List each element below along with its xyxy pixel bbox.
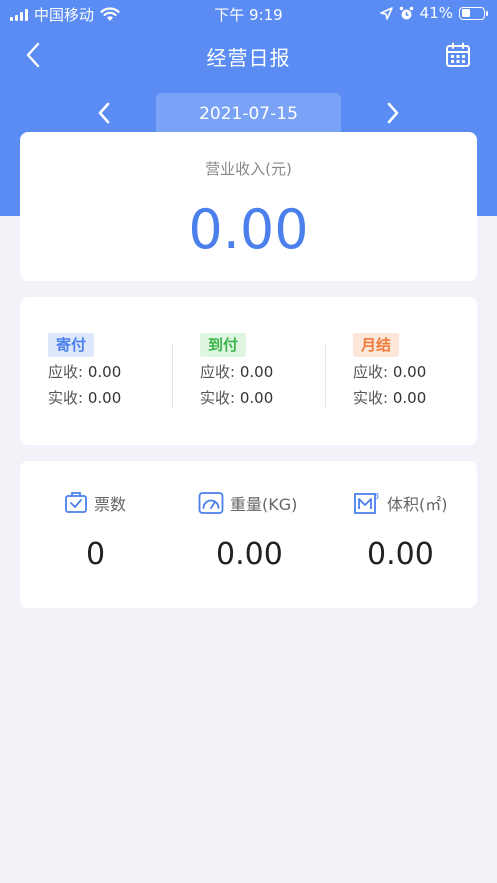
date-selector[interactable]: 2021-07-15 [156,93,341,135]
volume-m3-icon: 3 [354,492,379,514]
stat-value: 0.00 [216,537,283,572]
ticket-box-icon [65,492,87,513]
calendar-button[interactable] [445,42,471,68]
revenue-card: 营业收入(元) 0.00 [20,132,477,281]
next-date-button[interactable] [380,100,406,126]
stat-tickets: 票数 0 [64,491,184,572]
chevron-right-icon [387,102,399,124]
revenue-label: 营业收入(元) [205,160,292,178]
received-line: 实收: 0.00 [200,389,274,407]
nav-bar: 经营日报 [0,30,497,80]
status-bar: 中国移动 下午 9:19 41% [0,0,497,28]
receivable-value: 0.00 [392,363,427,381]
payment-summary-card: 寄付 应收: 0.00 实收: 0.00 到付 应收: 0.00 实收: 0.0… [20,297,477,445]
svg-text:3: 3 [374,492,379,501]
chevron-left-icon [98,102,110,124]
gauge-icon [198,492,224,514]
prev-date-button[interactable] [91,100,117,126]
stat-label: 票数 [94,495,127,514]
stat-value: 0.00 [367,537,434,572]
payment-column-cod: 到付 应收: 0.00 实收: 0.00 [200,333,330,408]
receivable-line: 应收: 0.00 [48,363,122,381]
page-title: 经营日报 [206,46,291,70]
stat-label: 体积(㎡) [387,495,448,514]
receivable-value: 0.00 [87,363,122,381]
divider [325,343,326,409]
location-arrow-icon [379,6,393,20]
alarm-icon [399,6,413,19]
received-value: 0.00 [239,389,274,407]
payment-column-monthly: 月结 应收: 0.00 实收: 0.00 [353,333,483,408]
stat-value: 0 [86,537,106,572]
receivable-value: 0.00 [239,363,274,381]
stat-label: 重量(KG) [230,495,298,514]
revenue-value: 0.00 [188,198,309,261]
divider [172,343,173,409]
receivable-line: 应收: 0.00 [353,363,427,381]
payment-tag: 月结 [353,333,400,357]
stats-card: 票数 0 重量(KG) 0.00 3 体积(㎡) 0.00 [20,461,477,608]
battery-percent: 41% [419,4,453,22]
payment-tag: 到付 [200,333,247,357]
battery-icon [459,6,488,20]
receivable-line: 应收: 0.00 [200,363,274,381]
stat-weight: 重量(KG) 0.00 [198,491,328,572]
received-value: 0.00 [392,389,427,407]
stat-volume: 3 体积(㎡) 0.00 [353,491,473,572]
received-line: 实收: 0.00 [353,389,427,407]
calendar-icon [446,42,470,67]
received-line: 实收: 0.00 [48,389,122,407]
payment-column-sender: 寄付 应收: 0.00 实收: 0.00 [48,333,178,408]
payment-tag: 寄付 [48,333,95,357]
received-value: 0.00 [87,389,122,407]
